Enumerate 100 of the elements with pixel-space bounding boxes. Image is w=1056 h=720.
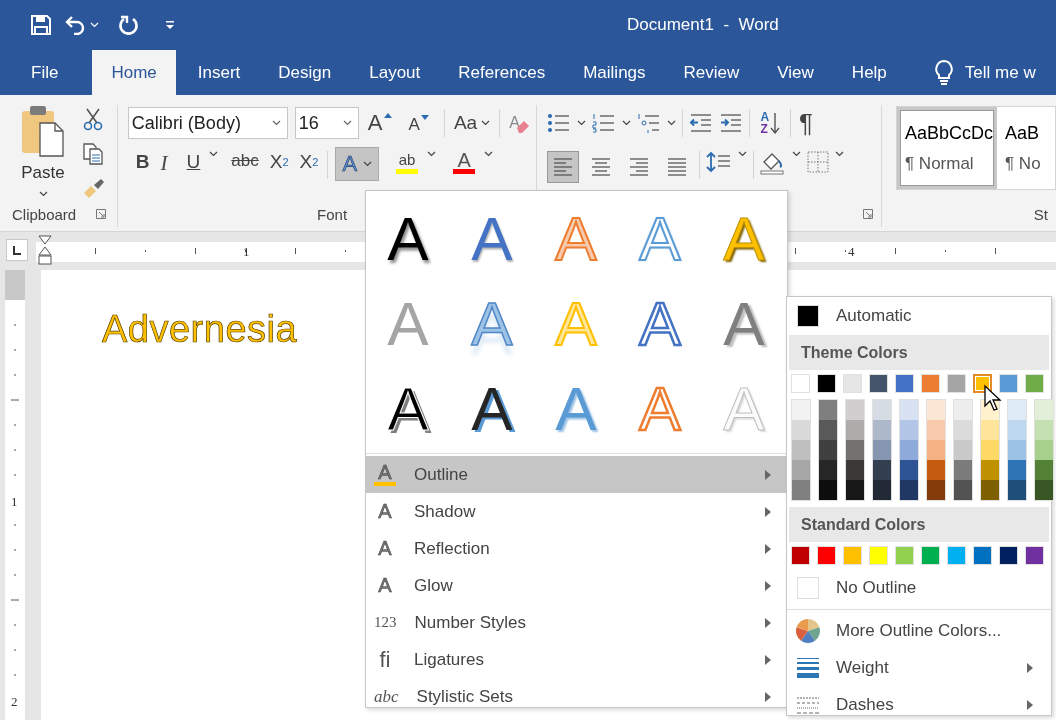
- color-swatch[interactable]: [819, 480, 837, 500]
- paste-button[interactable]: Paste: [14, 105, 72, 201]
- menu-item[interactable]: Dashes: [787, 686, 1051, 720]
- align-left-button[interactable]: [547, 151, 580, 183]
- color-swatch[interactable]: [900, 460, 918, 480]
- grow-font-button[interactable]: A: [365, 110, 394, 136]
- color-swatch[interactable]: [1008, 400, 1026, 420]
- ribbon-tab[interactable]: Layout: [351, 50, 439, 95]
- multilevel-list-icon[interactable]: [637, 113, 662, 133]
- caret-icon[interactable]: [738, 151, 748, 157]
- color-swatch[interactable]: [1035, 440, 1053, 460]
- color-swatch[interactable]: [1035, 460, 1053, 480]
- borders-icon[interactable]: [807, 151, 830, 173]
- color-swatch[interactable]: [927, 440, 945, 460]
- menu-item[interactable]: ﬁ Ligatures: [366, 641, 787, 678]
- menu-item[interactable]: A Glow: [366, 567, 787, 604]
- shrink-font-button[interactable]: A: [406, 115, 431, 135]
- bold-button[interactable]: B: [133, 151, 152, 173]
- ribbon-tab[interactable]: References: [440, 50, 564, 95]
- color-swatch[interactable]: [846, 440, 864, 460]
- customize-icon[interactable]: [165, 20, 175, 30]
- caret-icon[interactable]: [835, 151, 845, 157]
- menu-item[interactable]: Weight: [787, 649, 1051, 686]
- color-swatch[interactable]: [954, 460, 972, 480]
- color-swatch[interactable]: [873, 440, 891, 460]
- font-name-field[interactable]: Calibri (Body): [127, 107, 288, 139]
- color-swatch[interactable]: [1008, 440, 1026, 460]
- ribbon-tab[interactable]: Review: [665, 50, 758, 95]
- color-swatch[interactable]: [1035, 480, 1053, 500]
- menu-item[interactable]: More Outline Colors...: [787, 612, 1051, 649]
- color-swatch[interactable]: [819, 440, 837, 460]
- caret-icon[interactable]: [484, 151, 494, 157]
- paint-bucket-icon[interactable]: [760, 151, 787, 175]
- copy-icon[interactable]: [82, 142, 104, 166]
- menu-item[interactable]: No Outline: [787, 569, 1051, 607]
- color-swatch[interactable]: [792, 440, 810, 460]
- ribbon-tab[interactable]: Design: [260, 50, 350, 95]
- superscript-button[interactable]: X$^{2}$: [297, 151, 321, 173]
- text-effect-option[interactable]: A: [450, 196, 534, 281]
- color-swatch[interactable]: [792, 480, 810, 500]
- color-swatch[interactable]: [792, 460, 810, 480]
- caret-icon[interactable]: [427, 151, 437, 157]
- color-swatch[interactable]: [954, 420, 972, 440]
- color-swatch[interactable]: [846, 400, 864, 420]
- menu-item[interactable]: Automatic: [787, 297, 1051, 335]
- color-swatch[interactable]: [792, 400, 810, 420]
- sort-button[interactable]: A Z: [756, 111, 785, 135]
- undo-icon[interactable]: [64, 15, 86, 35]
- color-swatch[interactable]: [873, 400, 891, 420]
- style-option[interactable]: AaB ¶ No: [997, 107, 1053, 189]
- color-swatch[interactable]: [900, 420, 918, 440]
- menu-item[interactable]: A Reflection: [366, 530, 787, 567]
- color-swatch[interactable]: [927, 400, 945, 420]
- highlight-button[interactable]: ab: [394, 151, 421, 174]
- color-swatch[interactable]: [846, 480, 864, 500]
- redo-icon[interactable]: [117, 14, 139, 36]
- color-swatch[interactable]: [981, 480, 999, 500]
- font-size-field[interactable]: 16: [294, 107, 359, 139]
- color-swatch[interactable]: [1035, 400, 1053, 420]
- caret-icon[interactable]: [363, 161, 373, 167]
- caret-icon[interactable]: [577, 120, 587, 126]
- save-icon[interactable]: [30, 14, 52, 36]
- ribbon-tab[interactable]: Help: [833, 50, 905, 95]
- caret-icon[interactable]: [667, 120, 677, 126]
- menu-item[interactable]: A Outline: [366, 456, 787, 493]
- color-swatch[interactable]: [846, 460, 864, 480]
- color-swatch[interactable]: [927, 480, 945, 500]
- color-swatch[interactable]: [954, 400, 972, 420]
- caret-icon[interactable]: [481, 120, 491, 126]
- color-swatch[interactable]: [873, 460, 891, 480]
- show-formatting-button[interactable]: ¶: [797, 107, 816, 139]
- decrease-indent-icon[interactable]: [689, 113, 714, 133]
- caret-icon[interactable]: [792, 151, 802, 157]
- color-swatch[interactable]: [900, 400, 918, 420]
- color-swatch[interactable]: [873, 480, 891, 500]
- tell-me-search[interactable]: Tell me w: [964, 50, 1036, 95]
- paintbrush-icon[interactable]: [82, 177, 106, 199]
- text-effect-option[interactable]: A: [366, 196, 450, 281]
- dialog-launcher-icon[interactable]: [96, 209, 107, 219]
- ribbon-tab[interactable]: Home: [92, 50, 176, 95]
- text-effect-option[interactable]: A: [366, 366, 450, 451]
- color-swatch[interactable]: [900, 440, 918, 460]
- color-swatch[interactable]: [981, 460, 999, 480]
- ribbon-tab[interactable]: Insert: [179, 50, 259, 95]
- color-swatch[interactable]: [900, 480, 918, 500]
- color-swatch[interactable]: [927, 420, 945, 440]
- font-color-button[interactable]: A: [451, 151, 478, 174]
- scissors-icon[interactable]: [82, 107, 104, 131]
- numbered-list-icon[interactable]: [592, 113, 617, 133]
- ribbon-tab[interactable]: Mailings: [565, 50, 664, 95]
- increase-indent-icon[interactable]: [719, 113, 744, 133]
- color-swatch[interactable]: [819, 460, 837, 480]
- color-swatch[interactable]: [981, 440, 999, 460]
- ribbon-tab[interactable]: View: [759, 50, 832, 95]
- caret-icon[interactable]: [209, 151, 219, 157]
- italic-button[interactable]: I: [158, 151, 170, 176]
- ribbon-tab[interactable]: File: [13, 50, 77, 95]
- bullet-list-icon[interactable]: [547, 113, 572, 133]
- color-swatch[interactable]: [1008, 460, 1026, 480]
- caret-icon[interactable]: [622, 120, 632, 126]
